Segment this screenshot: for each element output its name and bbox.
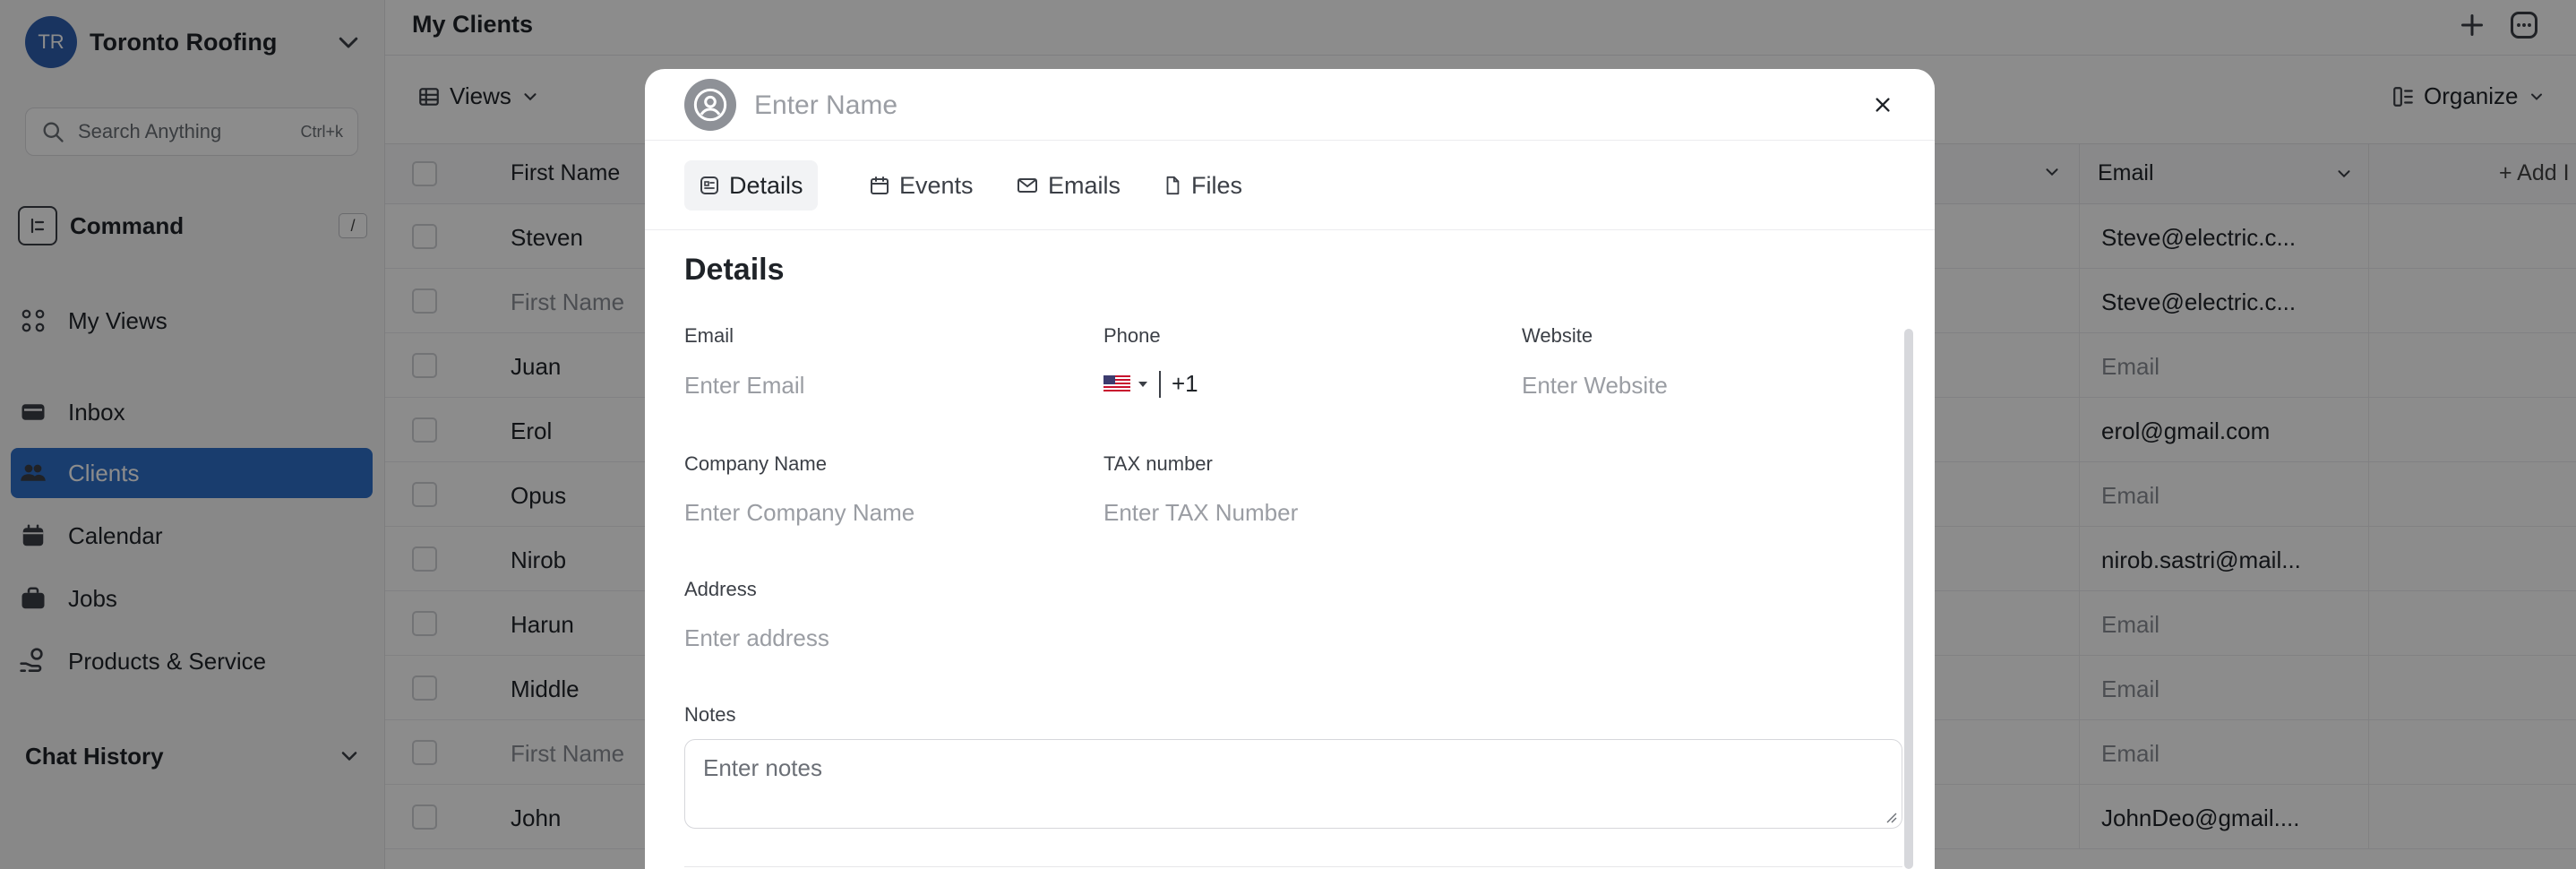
name-input[interactable]: Enter Name (754, 90, 897, 121)
mail-icon (1018, 178, 1037, 193)
tab-files[interactable]: Files (1148, 160, 1257, 211)
address-field[interactable]: Enter address (684, 624, 829, 652)
modal-header: Enter Name (645, 69, 1935, 141)
tab-events[interactable]: Events (854, 160, 988, 211)
phone-label: Phone (1103, 324, 1161, 347)
notes-placeholder: Enter notes (703, 754, 822, 781)
us-flag-icon[interactable] (1103, 374, 1130, 393)
tab-label: Files (1191, 171, 1243, 199)
modal-tabs: Details Events Emails Files (645, 141, 1935, 230)
section-title: Details (684, 253, 785, 287)
tab-details[interactable]: Details (684, 160, 818, 211)
notes-label: Notes (684, 703, 736, 726)
tax-field[interactable]: Enter TAX Number (1103, 499, 1298, 527)
file-icon (1166, 176, 1180, 195)
tab-emails[interactable]: Emails (1001, 160, 1135, 211)
address-label: Address (684, 578, 757, 600)
calendar-icon (871, 176, 889, 194)
tax-label: TAX number (1103, 452, 1213, 475)
website-field[interactable]: Enter Website (1522, 372, 1668, 400)
tab-label: Emails (1048, 171, 1121, 199)
tab-label: Details (729, 171, 803, 199)
close-icon[interactable] (1868, 90, 1897, 119)
phone-field[interactable]: +1 (1103, 370, 1198, 398)
caret-down-icon[interactable] (1138, 379, 1148, 390)
notes-textarea[interactable]: Enter notes (684, 739, 1902, 829)
modal-scrollbar[interactable] (1904, 329, 1913, 869)
company-field[interactable]: Enter Company Name (684, 499, 914, 527)
company-label: Company Name (684, 452, 827, 475)
email-label: Email (684, 324, 734, 347)
divider (684, 866, 1902, 867)
client-modal: Enter Name Details Events Emails Files D… (645, 69, 1935, 869)
user-avatar-icon[interactable] (684, 79, 736, 131)
tab-label: Events (899, 171, 974, 199)
resize-handle-icon[interactable] (1884, 810, 1898, 824)
phone-country-code: +1 (1172, 370, 1198, 397)
email-field[interactable]: Enter Email (684, 372, 804, 400)
phone-divider (1159, 370, 1161, 398)
website-label: Website (1522, 324, 1593, 347)
details-icon (700, 176, 718, 194)
